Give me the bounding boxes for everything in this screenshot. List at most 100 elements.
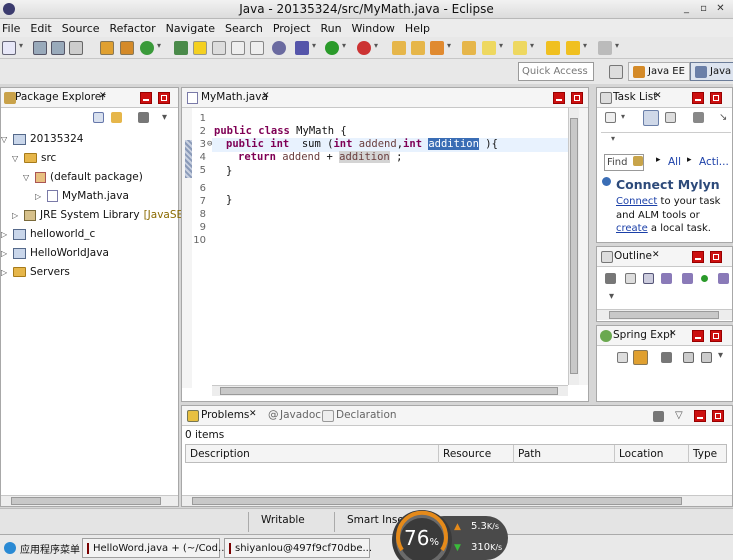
column-header-resource[interactable]: Resource — [439, 445, 514, 463]
skip-breakpoints-icon[interactable] — [174, 41, 188, 55]
last-edit-icon[interactable] — [546, 41, 560, 55]
toggle-block-selection-icon[interactable] — [212, 41, 226, 55]
tree-item-jre-library[interactable]: ▷ JRE System Library [JavaSE-1.7] — [12, 206, 208, 224]
expand-arrow-icon[interactable]: ▷ — [1, 249, 9, 258]
open-perspective-button-icon[interactable] — [609, 65, 623, 79]
link-with-editor-icon[interactable] — [111, 112, 122, 123]
code-line-2[interactable]: public class MyMath { — [214, 125, 347, 137]
create-link[interactable]: create — [616, 223, 648, 234]
forward-dropdown-icon[interactable]: ▾ — [615, 41, 619, 50]
maximize-spring-explorer-icon[interactable] — [710, 330, 722, 342]
tree-item-src[interactable]: ▽ src — [12, 149, 56, 167]
close-window-button[interactable]: ✕ — [714, 2, 727, 15]
hide-static-icon[interactable] — [682, 273, 693, 284]
tree-item-servers[interactable]: ▷ Servers — [1, 263, 70, 281]
problems-menu-icon[interactable]: ▽ — [675, 410, 683, 421]
perspective-java[interactable]: Java — [690, 62, 733, 81]
sort-spring-icon[interactable] — [701, 352, 712, 363]
open-perspective-icon[interactable] — [462, 41, 476, 55]
tree-item-helloworldjava[interactable]: ▷ HelloWorldJava — [1, 244, 109, 262]
menu-navigate[interactable]: Navigate — [166, 22, 215, 35]
link-spring-icon[interactable] — [633, 350, 648, 365]
previous-annotation-icon[interactable] — [513, 41, 527, 55]
minimize-outline-icon[interactable] — [692, 251, 704, 263]
column-header-description[interactable]: Description — [186, 445, 439, 463]
minimize-problems-icon[interactable] — [694, 410, 706, 422]
column-header-type[interactable]: Type — [689, 445, 728, 463]
collapse-arrow-icon[interactable]: ▽ — [1, 135, 9, 144]
new-task-icon[interactable] — [605, 112, 616, 123]
open-folder-icon[interactable] — [392, 41, 406, 55]
tree-item-helloworld-c[interactable]: ▷ helloworld_c — [1, 225, 95, 243]
forward-icon[interactable] — [598, 41, 612, 55]
minimize-window-button[interactable]: _ — [680, 2, 693, 15]
new-dropdown-icon[interactable]: ▾ — [19, 41, 23, 50]
editor-hscrollbar[interactable] — [212, 385, 568, 396]
hide-nonpublic-icon[interactable] — [701, 275, 708, 282]
debug-icon[interactable] — [272, 41, 286, 55]
javadoc-tab[interactable]: Javadoc — [280, 409, 321, 421]
outline-tab[interactable]: Outline — [614, 250, 652, 262]
column-header-location[interactable]: Location — [615, 445, 689, 463]
menu-help[interactable]: Help — [405, 22, 430, 35]
expand-arrow-icon[interactable]: ▷ — [35, 192, 43, 201]
scroll-thumb[interactable] — [570, 118, 578, 374]
scroll-thumb[interactable] — [220, 387, 558, 395]
code-line-7[interactable]: } — [226, 194, 232, 206]
minimize-spring-explorer-icon[interactable] — [692, 330, 704, 342]
minimize-task-list-icon[interactable] — [692, 92, 704, 104]
next-annotation-dropdown-icon[interactable]: ▾ — [499, 41, 503, 50]
close-task-list-icon[interactable]: ✕ — [654, 91, 662, 101]
show-source-icon[interactable] — [250, 41, 264, 55]
external-tools-icon[interactable] — [357, 41, 371, 55]
back-icon[interactable] — [566, 41, 580, 55]
spring-menu-icon[interactable]: ▾ — [718, 350, 723, 361]
tree-item-default-package[interactable]: ▽ (default package) — [23, 168, 143, 186]
filter-spring-icon[interactable] — [683, 352, 694, 363]
search-dropdown-icon[interactable]: ▾ — [447, 41, 451, 50]
new-icon[interactable] — [2, 41, 16, 55]
run-icon[interactable] — [325, 41, 339, 55]
column-header-path[interactable]: Path — [514, 445, 615, 463]
minimize-package-explorer-icon[interactable] — [140, 92, 152, 104]
open-task-icon[interactable] — [411, 41, 425, 55]
task-list-more-icon[interactable]: ↘ — [719, 112, 727, 123]
print-icon[interactable] — [69, 41, 83, 55]
problems-hscrollbar[interactable] — [182, 495, 732, 506]
run-dropdown-icon[interactable]: ▾ — [342, 41, 346, 50]
categorized-icon[interactable] — [643, 110, 659, 126]
previous-annotation-dropdown-icon[interactable]: ▾ — [530, 41, 534, 50]
maximize-problems-icon[interactable] — [712, 410, 724, 422]
focus-spring-icon[interactable] — [661, 352, 672, 363]
problems-tab[interactable]: Problems — [201, 409, 249, 421]
new-task-dropdown-icon[interactable]: ▾ — [621, 112, 625, 121]
editor-vscrollbar[interactable] — [568, 108, 579, 385]
menu-source[interactable]: Source — [62, 22, 100, 35]
expand-arrow-icon[interactable]: ▷ — [1, 268, 9, 277]
outline-menu-icon[interactable]: ▾ — [609, 291, 614, 302]
view-menu-dropdown-icon[interactable]: ▾ — [162, 112, 167, 123]
perspective-java-ee[interactable]: Java EE — [628, 62, 690, 81]
connect-link[interactable]: Connect — [616, 196, 657, 207]
scroll-thumb[interactable] — [11, 497, 161, 505]
refresh-dropdown-icon[interactable]: ▾ — [157, 41, 161, 50]
declaration-tab[interactable]: Declaration — [336, 409, 397, 421]
menu-refactor[interactable]: Refactor — [110, 22, 156, 35]
scheduled-icon[interactable] — [665, 112, 676, 123]
menu-file[interactable]: File — [2, 22, 20, 35]
collapse-spring-icon[interactable] — [617, 352, 628, 363]
close-outline-icon[interactable]: ✕ — [652, 250, 660, 260]
scroll-thumb[interactable] — [609, 311, 719, 319]
minimize-editor-icon[interactable] — [553, 92, 565, 104]
menu-window[interactable]: Window — [352, 22, 395, 35]
collapse-outline-icon[interactable] — [625, 273, 636, 284]
collapse-arrow-icon[interactable]: ▽ — [23, 173, 31, 182]
find-input-clear-icon[interactable] — [633, 156, 643, 166]
expand-filter-icon[interactable]: ▾ — [611, 134, 615, 143]
close-problems-icon[interactable]: ✕ — [249, 409, 257, 419]
taskbar-item-helloword[interactable]: HelloWord.java + (~/Cod... — [82, 538, 228, 558]
tree-item-project[interactable]: ▽ 20135324 — [1, 130, 83, 148]
external-tools-dropdown-icon[interactable]: ▾ — [374, 41, 378, 50]
next-annotation-icon[interactable] — [482, 41, 496, 55]
applications-menu-button[interactable]: 应用程序菜单 — [0, 538, 84, 558]
